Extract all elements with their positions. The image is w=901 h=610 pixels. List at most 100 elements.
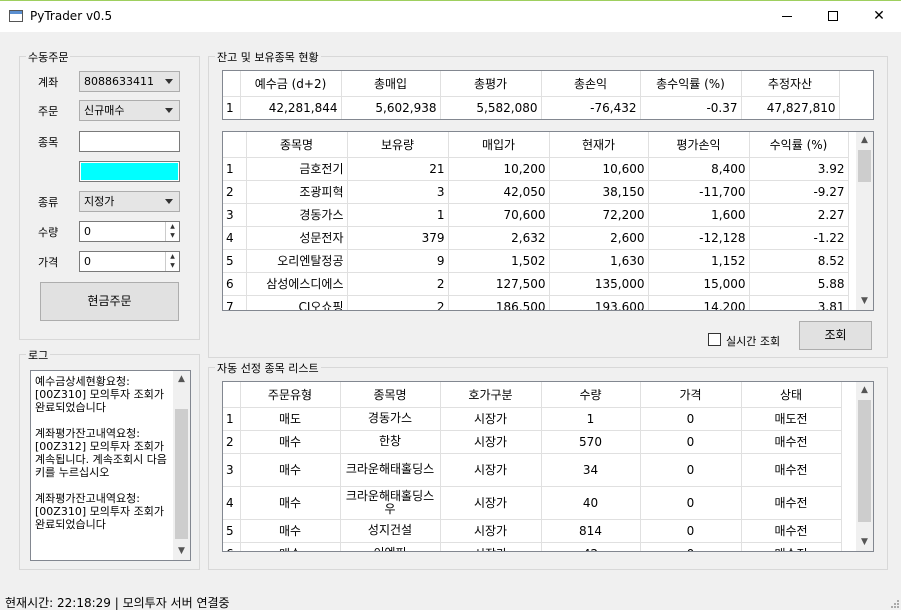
table-cell[interactable]: 매수 bbox=[240, 519, 341, 543]
table-cell[interactable]: 1,502 bbox=[448, 249, 550, 273]
total-return-cell[interactable]: -0.37 bbox=[640, 96, 742, 119]
table-row[interactable]: 1 매도 경동가스 시장가 1 0 매도전 bbox=[223, 407, 842, 431]
table-cell[interactable]: 15,000 bbox=[648, 272, 750, 296]
table-cell[interactable]: 2.27 bbox=[749, 203, 849, 227]
table-cell[interactable]: 8.52 bbox=[749, 249, 849, 273]
column-header[interactable]: 종목명 bbox=[340, 382, 441, 408]
table-cell[interactable]: 매수전 bbox=[741, 453, 842, 487]
table-row[interactable]: 3 경동가스 1 70,600 72,200 1,600 2.27 bbox=[223, 203, 849, 227]
account-select[interactable]: 8088633411 bbox=[79, 71, 180, 92]
table-cell[interactable]: 매수전 bbox=[741, 519, 842, 543]
resize-grip-icon[interactable] bbox=[889, 598, 899, 608]
table-row[interactable]: 5 매수 성지건설 시장가 814 0 매수전 bbox=[223, 519, 842, 543]
scroll-thumb[interactable] bbox=[858, 400, 871, 522]
table-cell[interactable]: 3 bbox=[347, 180, 449, 204]
table-cell[interactable]: 0 bbox=[640, 542, 742, 551]
table-cell[interactable]: 9 bbox=[347, 249, 449, 273]
log-scrollbar[interactable]: ▲ ▼ bbox=[173, 371, 190, 560]
table-row[interactable]: 2 조광피혁 3 42,050 38,150 -11,700 -9.27 bbox=[223, 180, 849, 204]
stock-code-input[interactable] bbox=[79, 131, 180, 152]
table-cell[interactable]: 매수 bbox=[240, 542, 341, 551]
order-type-select[interactable]: 신규매수 bbox=[79, 100, 180, 121]
price-stepper[interactable]: 0 ▲ ▼ bbox=[79, 251, 180, 272]
table-cell[interactable]: 1,152 bbox=[648, 249, 750, 273]
quantity-stepper[interactable]: 0 ▲ ▼ bbox=[79, 221, 180, 242]
table-cell[interactable]: 379 bbox=[347, 226, 449, 250]
spin-down-icon[interactable]: ▼ bbox=[166, 261, 179, 270]
column-header[interactable]: 호가구분 bbox=[440, 382, 542, 408]
table-cell[interactable]: 1,630 bbox=[549, 249, 649, 273]
scroll-up-icon[interactable]: ▲ bbox=[856, 132, 873, 149]
table-cell[interactable]: 조광피혁 bbox=[246, 180, 348, 204]
column-header[interactable]: 상태 bbox=[741, 382, 842, 408]
table-cell[interactable]: 매수전 bbox=[741, 486, 842, 520]
price-type-select[interactable]: 지정가 bbox=[79, 191, 180, 212]
column-header[interactable]: 보유량 bbox=[347, 132, 449, 158]
table-cell[interactable]: 시장가 bbox=[440, 453, 542, 487]
scroll-thumb[interactable] bbox=[858, 150, 871, 182]
table-cell[interactable]: 2 bbox=[347, 295, 449, 310]
table-cell[interactable]: 매수 bbox=[240, 453, 341, 487]
table-cell[interactable]: 2 bbox=[347, 272, 449, 296]
auto-list-scrollbar[interactable]: ▲ ▼ bbox=[856, 382, 873, 551]
total-eval-cell[interactable]: 5,582,080 bbox=[440, 96, 542, 119]
table-cell[interactable]: 금호전기 bbox=[246, 157, 348, 181]
maximize-button[interactable] bbox=[810, 1, 856, 32]
column-header[interactable]: 종목명 bbox=[246, 132, 348, 158]
table-row[interactable]: 7 CJ오쇼핑 2 186,500 193,600 14,200 3.81 bbox=[223, 295, 849, 310]
table-row[interactable]: 1 42,281,844 5,602,938 5,582,080 -76,432… bbox=[223, 96, 840, 119]
table-cell[interactable]: 814 bbox=[541, 519, 641, 543]
table-cell[interactable]: 크라운해태홀딩스우 bbox=[340, 486, 441, 520]
table-row[interactable]: 2 매수 한창 시장가 570 0 매수전 bbox=[223, 430, 842, 454]
estimated-asset-cell[interactable]: 47,827,810 bbox=[741, 96, 840, 119]
table-row[interactable]: 5 오리엔탈정공 9 1,502 1,630 1,152 8.52 bbox=[223, 249, 849, 273]
table-cell[interactable]: 1 bbox=[347, 203, 449, 227]
table-cell[interactable]: 시장가 bbox=[440, 407, 542, 431]
holdings-table[interactable]: 종목명 보유량 매입가 현재가 평가손익 수익률 (%) 1 금호전기 21 10,2… bbox=[222, 131, 874, 311]
table-row[interactable]: 4 성문전자 379 2,632 2,600 -12,128 -1.22 bbox=[223, 226, 849, 250]
table-cell[interactable]: 매수 bbox=[240, 486, 341, 520]
column-header[interactable]: 가격 bbox=[640, 382, 742, 408]
table-cell[interactable]: 570 bbox=[541, 430, 641, 454]
table-cell[interactable]: 매수전 bbox=[741, 542, 842, 551]
column-header[interactable]: 총손익 bbox=[541, 71, 641, 97]
log-textarea[interactable]: 예수금상세현황요청: [00Z310] 모의투자 조회가 완료되었습니다 계좌평… bbox=[30, 370, 191, 561]
column-header[interactable]: 수량 bbox=[541, 382, 641, 408]
auto-list-table[interactable]: 주문유형 종목명 호가구분 수량 가격 상태 1 매도 경동가스 시장가 1 0 매도전 2 매… bbox=[222, 381, 874, 552]
summary-table[interactable]: 예수금 (d+2) 총매입 총평가 총손익 총수익률 (%) 추정자산 1 42… bbox=[222, 70, 874, 120]
table-cell[interactable]: 이엔피 bbox=[340, 542, 441, 551]
table-cell[interactable]: 시장가 bbox=[440, 519, 542, 543]
table-cell[interactable]: CJ오쇼핑 bbox=[246, 295, 348, 310]
table-cell[interactable]: 14,200 bbox=[648, 295, 750, 310]
column-header[interactable]: 매입가 bbox=[448, 132, 550, 158]
column-header[interactable]: 추정자산 bbox=[741, 71, 840, 97]
table-cell[interactable]: 3.92 bbox=[749, 157, 849, 181]
table-cell[interactable]: 135,000 bbox=[549, 272, 649, 296]
table-cell[interactable]: 5.88 bbox=[749, 272, 849, 296]
table-row[interactable]: 6 삼성에스디에스 2 127,500 135,000 15,000 5.88 bbox=[223, 272, 849, 296]
table-cell[interactable]: 40 bbox=[541, 486, 641, 520]
scroll-thumb[interactable] bbox=[175, 409, 188, 539]
table-cell[interactable]: 매수전 bbox=[741, 430, 842, 454]
table-cell[interactable]: 2,632 bbox=[448, 226, 550, 250]
cash-order-button[interactable]: 현금주문 bbox=[40, 282, 179, 321]
table-row[interactable]: 1 금호전기 21 10,200 10,600 8,400 3.92 bbox=[223, 157, 849, 181]
table-cell[interactable]: -1.22 bbox=[749, 226, 849, 250]
table-cell[interactable]: 0 bbox=[640, 430, 742, 454]
table-cell[interactable]: 38,150 bbox=[549, 180, 649, 204]
close-button[interactable]: ✕ bbox=[856, 1, 901, 32]
column-header[interactable]: 총매입 bbox=[341, 71, 441, 97]
table-cell[interactable]: 경동가스 bbox=[340, 407, 441, 431]
table-cell[interactable]: 0 bbox=[640, 453, 742, 487]
table-cell[interactable]: 3.81 bbox=[749, 295, 849, 310]
total-pnl-cell[interactable]: -76,432 bbox=[541, 96, 641, 119]
table-cell[interactable]: -12,128 bbox=[648, 226, 750, 250]
table-cell[interactable]: 70,600 bbox=[448, 203, 550, 227]
column-header[interactable]: 평가손익 bbox=[648, 132, 750, 158]
column-header[interactable]: 예수금 (d+2) bbox=[240, 71, 342, 97]
spin-down-icon[interactable]: ▼ bbox=[166, 231, 179, 240]
column-header[interactable]: 현재가 bbox=[549, 132, 649, 158]
scroll-down-icon[interactable]: ▼ bbox=[856, 534, 873, 551]
table-cell[interactable]: 매도전 bbox=[741, 407, 842, 431]
column-header[interactable]: 총평가 bbox=[440, 71, 542, 97]
